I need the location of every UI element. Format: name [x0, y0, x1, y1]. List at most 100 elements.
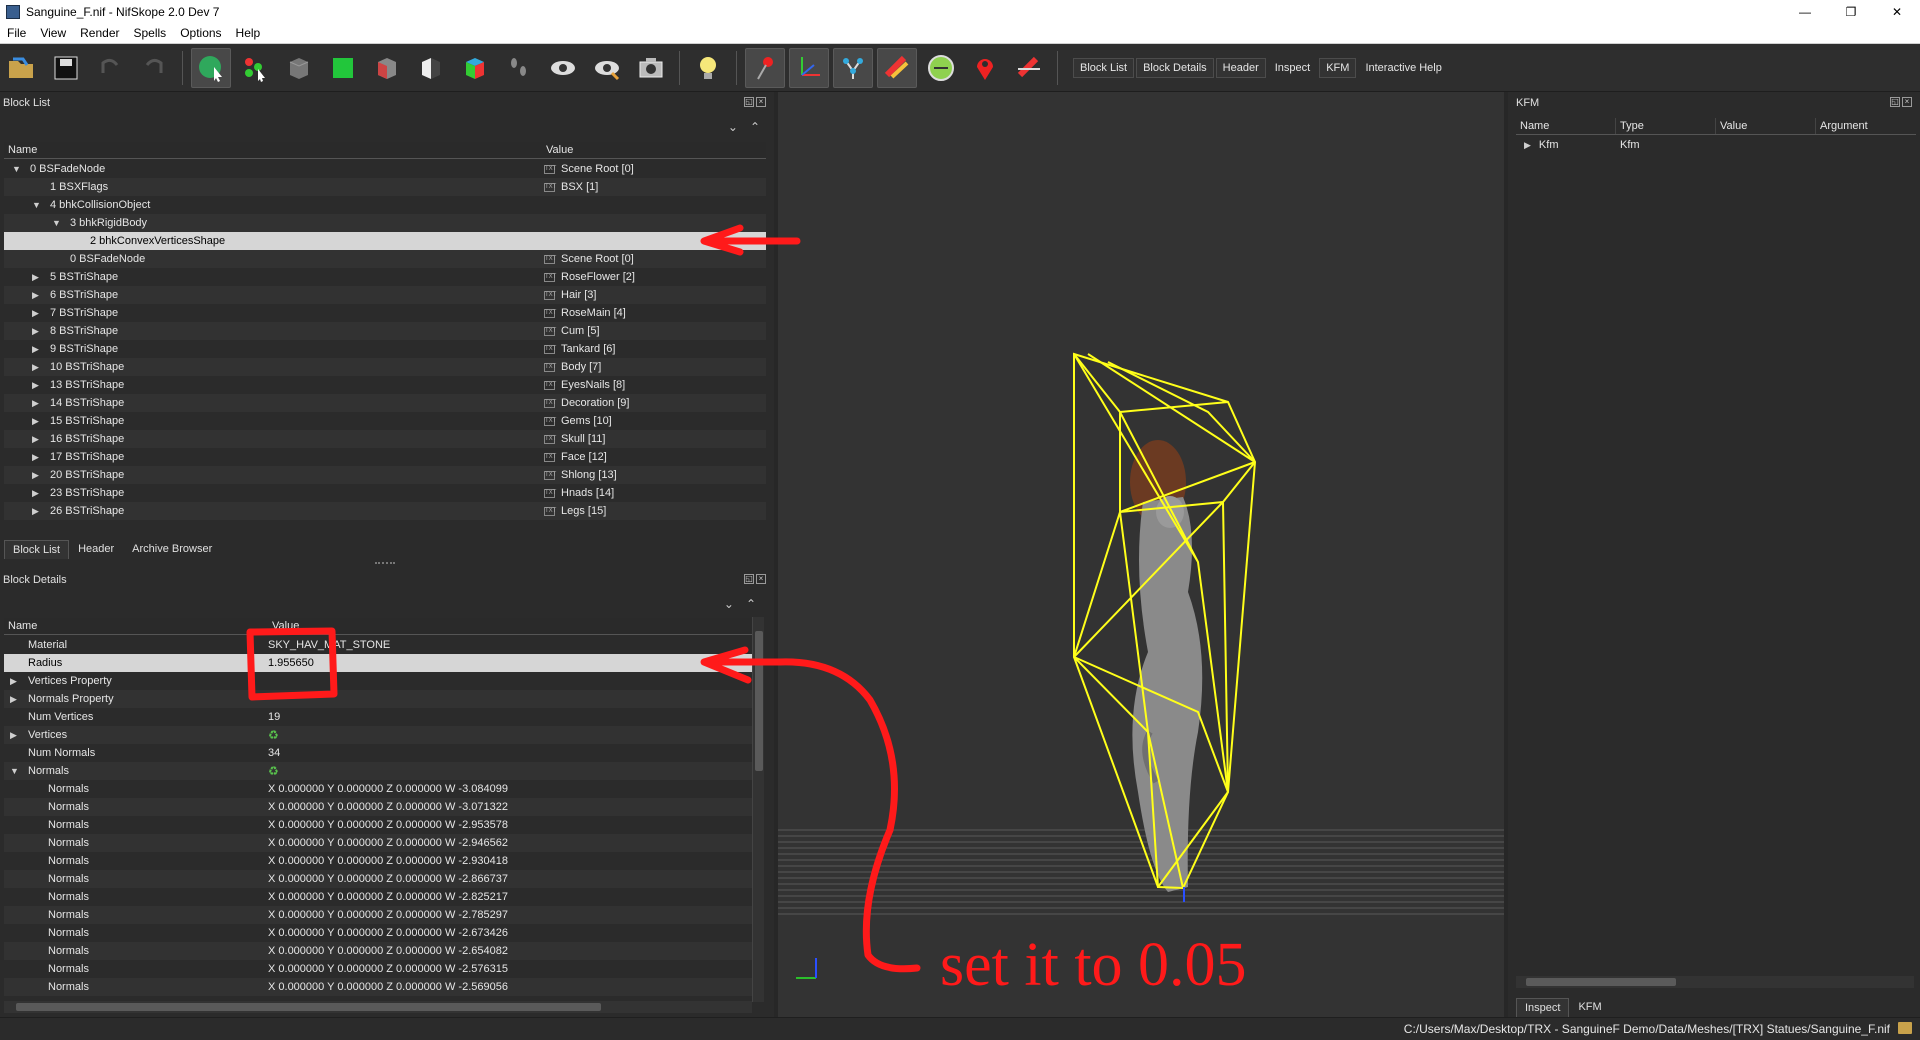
select-vertex-button[interactable]	[235, 48, 275, 88]
block-detail-row[interactable]: Normals X 0.000000 Y 0.000000 Z 0.000000 …	[4, 780, 752, 798]
view-wireframe-button[interactable]	[279, 48, 319, 88]
block-detail-row[interactable]: Normals X 0.000000 Y 0.000000 Z 0.000000 …	[4, 924, 752, 942]
block-list-row[interactable]: ▶ 15 BSTriShape TXT Gems [10]	[4, 412, 766, 430]
block-list-row[interactable]: ▼ 4 bhkCollisionObject	[4, 196, 766, 214]
collapse-all-icon[interactable]: ⌃	[750, 120, 760, 134]
render-viewport[interactable]	[778, 92, 1504, 1017]
block-list-row[interactable]: ▶ 16 BSTriShape TXT Skull [11]	[4, 430, 766, 448]
detail-value-cell[interactable]: X 0.000000 Y 0.000000 Z 0.000000 W -2.67…	[268, 924, 752, 942]
block-list-row[interactable]: ▶ 17 BSTriShape TXT Face [12]	[4, 448, 766, 466]
detail-value-cell[interactable]: X 0.000000 Y 0.000000 Z 0.000000 W -2.78…	[268, 906, 752, 924]
scrollbar-thumb[interactable]	[1526, 978, 1676, 986]
block-list-row[interactable]: ▶ 5 BSTriShape TXT RoseFlower [2]	[4, 268, 766, 286]
expand-arrow-icon[interactable]: ▶	[10, 690, 17, 708]
save-button[interactable]	[46, 48, 86, 88]
block-list-row[interactable]: 0 BSFadeNode TXT Scene Root [0]	[4, 250, 766, 268]
show-hidden-button[interactable]	[499, 48, 539, 88]
block-detail-row[interactable]: Normals X 0.000000 Y 0.000000 Z 0.000000 …	[4, 942, 752, 960]
detail-value-cell[interactable]: X 0.000000 Y 0.000000 Z 0.000000 W -3.08…	[268, 780, 752, 798]
lighting-button[interactable]	[688, 48, 728, 88]
collapse-arrow-icon[interactable]: ▼	[52, 214, 61, 232]
float-panel-button[interactable]: ◱	[744, 97, 754, 107]
expand-arrow-icon[interactable]: ▶	[32, 484, 39, 502]
view-lighting-button[interactable]	[411, 48, 451, 88]
menu-options[interactable]: Options	[173, 26, 228, 40]
expand-arrow-icon[interactable]: ▶	[32, 358, 39, 376]
block-detail-row[interactable]: Radius 1.955650	[4, 654, 752, 672]
detail-value-cell[interactable]: X 0.000000 Y 0.000000 Z 0.000000 W -2.93…	[268, 852, 752, 870]
block-detail-row[interactable]: Num Normals 34	[4, 744, 752, 762]
detail-value-cell[interactable]: 19	[268, 708, 752, 726]
expand-arrow-icon[interactable]: ▶	[32, 448, 39, 466]
kfm-horizontal-scrollbar[interactable]	[1516, 976, 1914, 988]
detail-value-cell[interactable]: 34	[268, 744, 752, 762]
expand-arrow-icon[interactable]: ▶	[32, 340, 39, 358]
detail-value-cell[interactable]: X 0.000000 Y 0.000000 Z 0.000000 W -2.57…	[268, 960, 752, 978]
toggle-block-list-button[interactable]: Block List	[1073, 57, 1135, 78]
details-vertical-scrollbar[interactable]	[752, 617, 764, 1002]
detail-value-cell[interactable]: 1.955650	[268, 654, 752, 672]
toggle-block-details-button[interactable]: Block Details	[1136, 57, 1214, 78]
column-header-name[interactable]: Name	[4, 142, 542, 158]
view-solid-button[interactable]	[323, 48, 363, 88]
detail-value-cell[interactable]	[268, 672, 752, 690]
column-header-value[interactable]: Value	[268, 618, 752, 634]
view-vertex-colors-button[interactable]	[455, 48, 495, 88]
close-button[interactable]: ✕	[1874, 0, 1920, 23]
view-textured-button[interactable]	[367, 48, 407, 88]
tab-inspect[interactable]: Inspect	[1516, 998, 1570, 1017]
interactive-help-button[interactable]: Interactive Help	[1358, 58, 1448, 78]
block-detail-row[interactable]: Normals X 0.000000 Y 0.000000 Z 0.000000 …	[4, 960, 752, 978]
scrollbar-thumb[interactable]	[755, 631, 763, 771]
collapse-arrow-icon[interactable]: ▼	[12, 160, 21, 178]
block-detail-row[interactable]: Num Vertices 19	[4, 708, 752, 726]
undo-button[interactable]	[90, 48, 130, 88]
folder-icon[interactable]	[1898, 1022, 1912, 1034]
show-selected-button[interactable]	[587, 48, 627, 88]
column-header-value[interactable]: Value	[542, 142, 766, 158]
detail-value-cell[interactable]: SKY_HAV_MAT_STONE	[268, 636, 752, 654]
kfm-tree-row[interactable]: ▶ Kfm Kfm	[1516, 136, 1916, 154]
expand-arrow-icon[interactable]: ▶	[32, 394, 39, 412]
block-list-row[interactable]: ▶ 14 BSTriShape TXT Decoration [9]	[4, 394, 766, 412]
show-axes-button[interactable]	[789, 47, 829, 88]
block-list-row[interactable]: ▶ 6 BSTriShape TXT Hair [3]	[4, 286, 766, 304]
block-detail-row[interactable]: Normals X 0.000000 Y 0.000000 Z 0.000000 …	[4, 798, 752, 816]
detail-value-cell[interactable]: X 0.000000 Y 0.000000 Z 0.000000 W -2.86…	[268, 870, 752, 888]
menu-help[interactable]: Help	[229, 26, 268, 40]
expand-arrow-icon[interactable]: ▶	[10, 726, 17, 744]
block-detail-row[interactable]: ▶ Vertices Property	[4, 672, 752, 690]
block-list-row[interactable]: ▶ 7 BSTriShape TXT RoseMain [4]	[4, 304, 766, 322]
toggle-header-button[interactable]: Header	[1215, 57, 1266, 78]
detail-value-cell[interactable]: X 0.000000 Y 0.000000 Z 0.000000 W -2.56…	[268, 978, 752, 996]
block-list-row[interactable]: ▶ 13 BSTriShape TXT EyesNails [8]	[4, 376, 766, 394]
column-header-value[interactable]: Value	[1716, 118, 1816, 134]
detail-value-cell[interactable]: X 0.000000 Y 0.000000 Z 0.000000 W -2.94…	[268, 834, 752, 852]
detail-value-cell[interactable]	[268, 690, 752, 708]
load-button[interactable]	[2, 48, 42, 88]
block-list-row[interactable]: ▶ 26 BSTriShape TXT Legs [15]	[4, 502, 766, 520]
expand-all-icon[interactable]: ⌄	[724, 597, 734, 611]
collapse-arrow-icon[interactable]: ▼	[10, 762, 19, 780]
close-panel-button[interactable]: ×	[756, 574, 766, 584]
block-list-row[interactable]: ▶ 23 BSTriShape TXT Hnads [14]	[4, 484, 766, 502]
block-detail-row[interactable]: Normals X 0.000000 Y 0.000000 Z 0.000000 …	[4, 888, 752, 906]
splitter-handle[interactable]	[375, 562, 395, 566]
block-detail-row[interactable]: Normals X 0.000000 Y 0.000000 Z 0.000000 …	[4, 870, 752, 888]
expand-arrow-icon[interactable]: ▶	[32, 322, 39, 340]
column-header-name[interactable]: Name	[4, 618, 268, 634]
block-list-row[interactable]: ▶ 9 BSTriShape TXT Tankard [6]	[4, 340, 766, 358]
tab-kfm[interactable]: KFM	[1569, 997, 1610, 1017]
expand-arrow-icon[interactable]: ▶	[32, 412, 39, 430]
float-panel-button[interactable]: ◱	[1890, 97, 1900, 107]
redo-button[interactable]	[134, 48, 174, 88]
detail-value-cell[interactable]: ♻	[268, 762, 752, 780]
block-list-row[interactable]: ▼ 3 bhkRigidBody	[4, 214, 766, 232]
block-detail-row[interactable]: ▼ Normals ♻	[4, 762, 752, 780]
screenshot-button[interactable]	[631, 48, 671, 88]
toggle-inspect-button[interactable]: Inspect	[1268, 58, 1317, 78]
tab-header[interactable]: Header	[69, 539, 123, 559]
expand-arrow-icon[interactable]: ▶	[32, 286, 39, 304]
block-detail-row[interactable]: Normals X 0.000000 Y 0.000000 Z 0.000000 …	[4, 978, 752, 996]
toggle-kfm-button[interactable]: KFM	[1319, 57, 1357, 78]
